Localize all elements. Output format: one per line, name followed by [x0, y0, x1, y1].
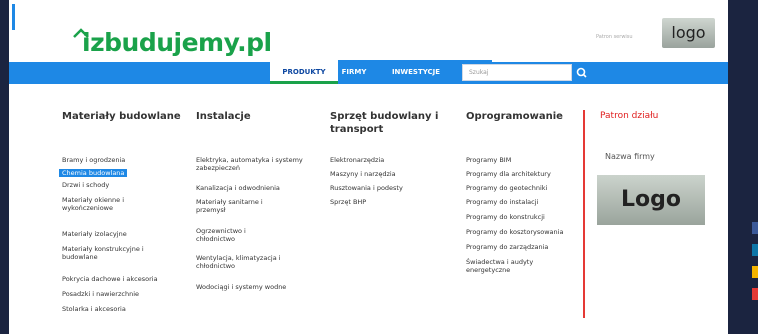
menu-item[interactable]: Bramy i ogrodzenia — [62, 156, 125, 164]
patron-heading: Patron działu — [600, 111, 659, 121]
menu-item[interactable]: Pokrycia dachowe i akcesoria — [62, 275, 158, 283]
menu-item[interactable]: Świadectwa i audyty energetyczne — [466, 258, 566, 274]
linkedin-icon[interactable] — [752, 244, 758, 256]
youtube-icon[interactable] — [752, 288, 758, 300]
menu-item[interactable]: Materiały okienne i wykończeniowe — [62, 196, 154, 212]
menu-item[interactable]: Sprzęt BHP — [330, 198, 366, 206]
column-heading-materials: Materiały budowlane — [62, 111, 181, 122]
left-dark-edge — [0, 0, 9, 334]
menu-item[interactable]: Programy do geotechniki — [466, 184, 547, 192]
menu-item[interactable]: Programy do konstrukcji — [466, 213, 545, 221]
right-dark-edge — [728, 0, 758, 334]
rss-icon[interactable] — [752, 266, 758, 278]
menu-item[interactable]: Wodociągi i systemy wodne — [196, 283, 286, 291]
menu-item[interactable]: Stolarka i akcesoria — [62, 305, 126, 313]
menu-item[interactable]: Kanalizacja i odwodnienia — [196, 184, 280, 192]
patron-logo[interactable]: Logo — [597, 175, 705, 225]
patron-divider — [583, 110, 585, 318]
top-accent-bar — [12, 4, 15, 30]
tab-firms[interactable]: FIRMY — [338, 60, 370, 84]
menu-item[interactable]: Wentylacja, klimatyzacja i chłodnictwo — [196, 254, 306, 270]
column-heading-installations: Instalacje — [196, 111, 251, 122]
facebook-icon[interactable] — [752, 222, 758, 234]
menu-item[interactable]: Ogrzewnictwo i chłodnictwo — [196, 227, 286, 243]
sponsor-logo-badge[interactable]: logo — [662, 18, 715, 48]
menu-item[interactable]: Elektronarzędzia — [330, 156, 384, 164]
menu-item[interactable]: Programy do zarządzania — [466, 243, 548, 251]
menu-item[interactable]: Programy do instalacji — [466, 198, 538, 206]
menu-item[interactable]: Programy do kosztorysowania — [466, 228, 563, 236]
patron-company-name: Nazwa firmy — [605, 152, 655, 161]
menu-item[interactable]: Programy BIM — [466, 156, 511, 164]
menu-item-active[interactable]: Chemia budowlana — [59, 169, 128, 177]
menu-item[interactable]: Materiały konstrukcyjne i budowlane — [62, 245, 154, 261]
menu-item[interactable]: Materiały izolacyjne — [62, 230, 127, 238]
menu-item[interactable]: Rusztowania i podesty — [330, 184, 403, 192]
column-heading-equipment: Sprzęt budowlany i transport — [330, 111, 439, 135]
menu-item[interactable]: Drzwi i schody — [62, 181, 109, 189]
sponsor-text: Patron serwisu — [596, 34, 633, 40]
menu-item[interactable]: Elektryka, automatyka i systemy zabezpie… — [196, 156, 306, 172]
search-button[interactable] — [572, 62, 592, 84]
menu-item[interactable]: Materiały sanitarne i przemysł — [196, 198, 286, 214]
tab-products[interactable]: PRODUKTY — [270, 60, 338, 84]
column-heading-software: Oprogramowanie — [466, 111, 563, 122]
menu-item[interactable]: Programy dla architektury — [466, 170, 551, 178]
menu-item[interactable]: Posadzki i nawierzchnie — [62, 290, 139, 298]
search-input[interactable]: Szukaj — [462, 64, 572, 81]
search-icon — [576, 67, 587, 78]
menu-item[interactable]: Maszyny i narzędzia — [330, 170, 396, 178]
site-logo[interactable]: izbudujemy.pl — [82, 28, 272, 57]
tab-investments[interactable]: INWESTYCJE — [370, 60, 462, 84]
